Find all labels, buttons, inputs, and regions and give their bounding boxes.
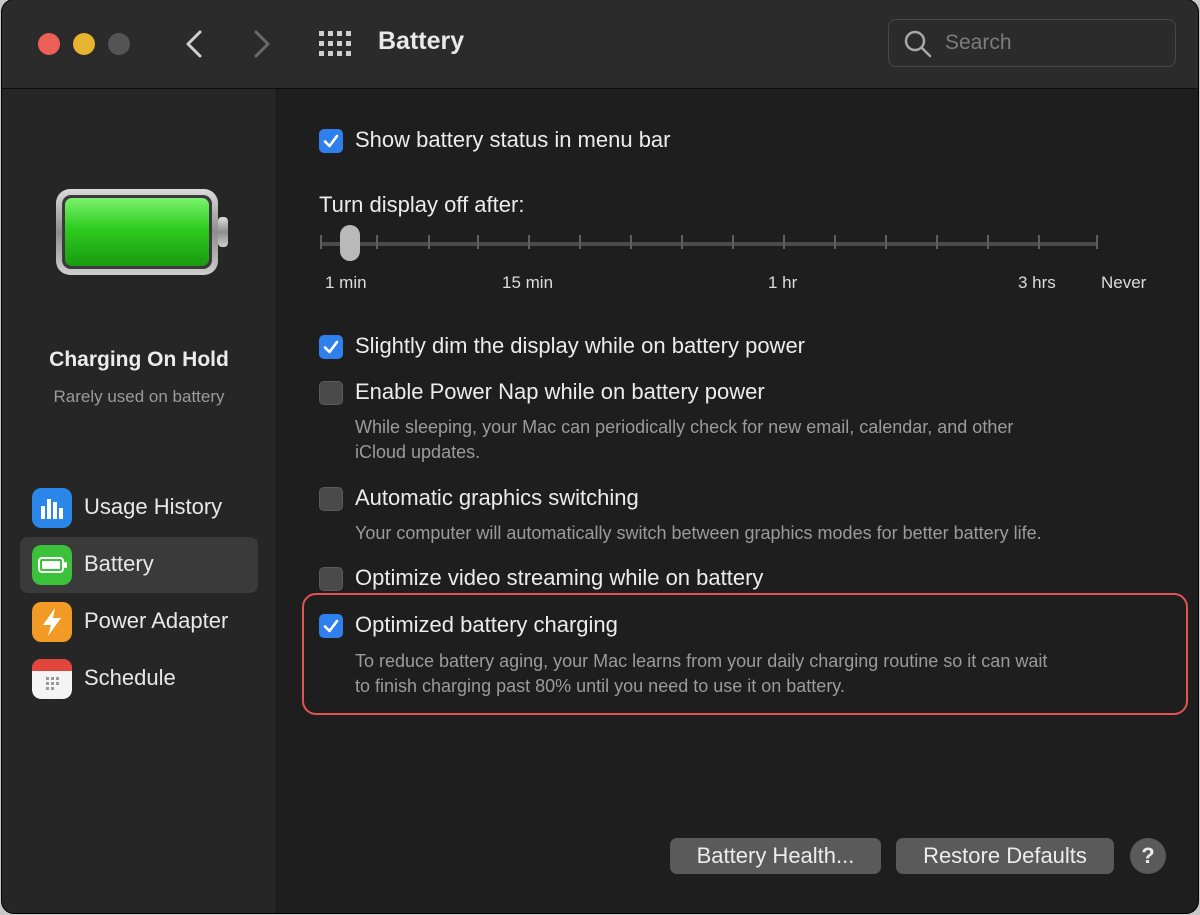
slider-tick (885, 235, 887, 249)
slider-tick (681, 235, 683, 249)
window-title: Battery (378, 27, 465, 55)
slider-label-never: Never (1101, 273, 1147, 292)
slider-tick (1038, 235, 1040, 249)
bar-chart-icon (32, 488, 72, 528)
optimized-charging-label: Optimized battery charging (355, 612, 618, 637)
slider-tick (783, 235, 785, 249)
graphics-switching-label: Automatic graphics switching (355, 485, 639, 510)
video-streaming-label: Optimize video streaming while on batter… (355, 565, 764, 590)
slider-label-1-min: 1 min (325, 273, 367, 292)
graphics-switching-checkbox[interactable] (319, 487, 343, 511)
sidebar-item-power-adapter[interactable]: Power Adapter (20, 594, 258, 650)
forward-arrow-icon[interactable] (246, 24, 276, 64)
display-off-slider-knob[interactable] (340, 225, 360, 261)
battery-status-title: Charging On Hold (49, 348, 229, 371)
slider-tick (987, 235, 989, 249)
display-off-slider-title: Turn display off after: (319, 192, 525, 217)
slider-tick (320, 235, 322, 249)
sidebar: Charging On Hold Rarely used on battery … (2, 89, 277, 913)
optimized-charging-description-line-1: To reduce battery aging, your Mac learns… (355, 651, 1048, 671)
slider-tick (732, 235, 734, 249)
graphics-switching-description: Your computer will automatically switch … (355, 523, 1042, 543)
help-button[interactable]: ? (1130, 838, 1166, 874)
sidebar-item-label: Schedule (84, 665, 176, 690)
slider-tick (834, 235, 836, 249)
display-off-slider-track[interactable] (320, 242, 1098, 246)
restore-defaults-button[interactable]: Restore Defaults (896, 838, 1114, 874)
power-nap-description-line-1: While sleeping, your Mac can periodicall… (355, 417, 1014, 437)
checkmark-icon (323, 340, 339, 354)
sidebar-item-usage-history[interactable]: Usage History (20, 480, 258, 536)
close-window-button[interactable] (38, 33, 60, 55)
power-nap-description-line-2: iCloud updates. (355, 442, 481, 462)
dim-display-checkbox[interactable] (319, 335, 343, 359)
slider-tick (528, 235, 530, 249)
slider-tick (376, 235, 378, 249)
slider-tick (630, 235, 632, 249)
show-battery-status-checkbox[interactable] (319, 129, 343, 153)
battery-status-subtitle: Rarely used on battery (53, 387, 225, 406)
video-streaming-checkbox[interactable] (319, 567, 343, 591)
dim-display-label: Slightly dim the display while on batter… (355, 333, 806, 358)
show-all-grid-icon[interactable] (318, 30, 352, 58)
show-battery-status-label: Show battery status in menu bar (355, 127, 671, 152)
search-field[interactable] (888, 19, 1176, 67)
sidebar-item-label: Usage History (84, 494, 223, 519)
battery-status-icon (56, 189, 228, 275)
battery-icon (32, 545, 72, 585)
slider-tick (428, 235, 430, 249)
slider-tick (477, 235, 479, 249)
slider-label-1-hr: 1 hr (768, 273, 798, 292)
minimize-window-button[interactable] (73, 33, 95, 55)
slider-tick (579, 235, 581, 249)
battery-settings-pane: Show battery status in menu bar Turn dis… (278, 89, 1198, 913)
search-input[interactable] (943, 27, 1167, 59)
sidebar-item-label: Battery (84, 551, 154, 576)
search-icon (904, 30, 932, 58)
battery-health-button[interactable]: Battery Health... (670, 838, 881, 874)
checkmark-icon (323, 619, 339, 633)
back-arrow-icon[interactable] (180, 24, 210, 64)
sidebar-item-label: Power Adapter (84, 608, 229, 633)
slider-label-15-min: 15 min (502, 273, 554, 292)
checkmark-icon (323, 134, 339, 148)
battery-preferences-window: Battery Search Charging On Hold Rarely u… (2, 0, 1198, 913)
lightning-icon (32, 602, 72, 642)
slider-label-3-hrs: 3 hrs (1018, 273, 1056, 292)
power-nap-label: Enable Power Nap while on battery power (355, 379, 765, 404)
zoom-window-button[interactable] (108, 33, 130, 55)
sidebar-item-battery[interactable]: Battery (20, 537, 258, 593)
calendar-icon (32, 659, 72, 699)
optimized-charging-description-line-2: to finish charging past 80% until you ne… (355, 676, 845, 696)
title-bar: Battery (2, 0, 1198, 89)
slider-tick (1096, 235, 1098, 249)
optimized-charging-checkbox[interactable] (319, 614, 343, 638)
power-nap-checkbox[interactable] (319, 381, 343, 405)
slider-tick (936, 235, 938, 249)
sidebar-item-schedule[interactable]: Schedule (20, 651, 258, 707)
